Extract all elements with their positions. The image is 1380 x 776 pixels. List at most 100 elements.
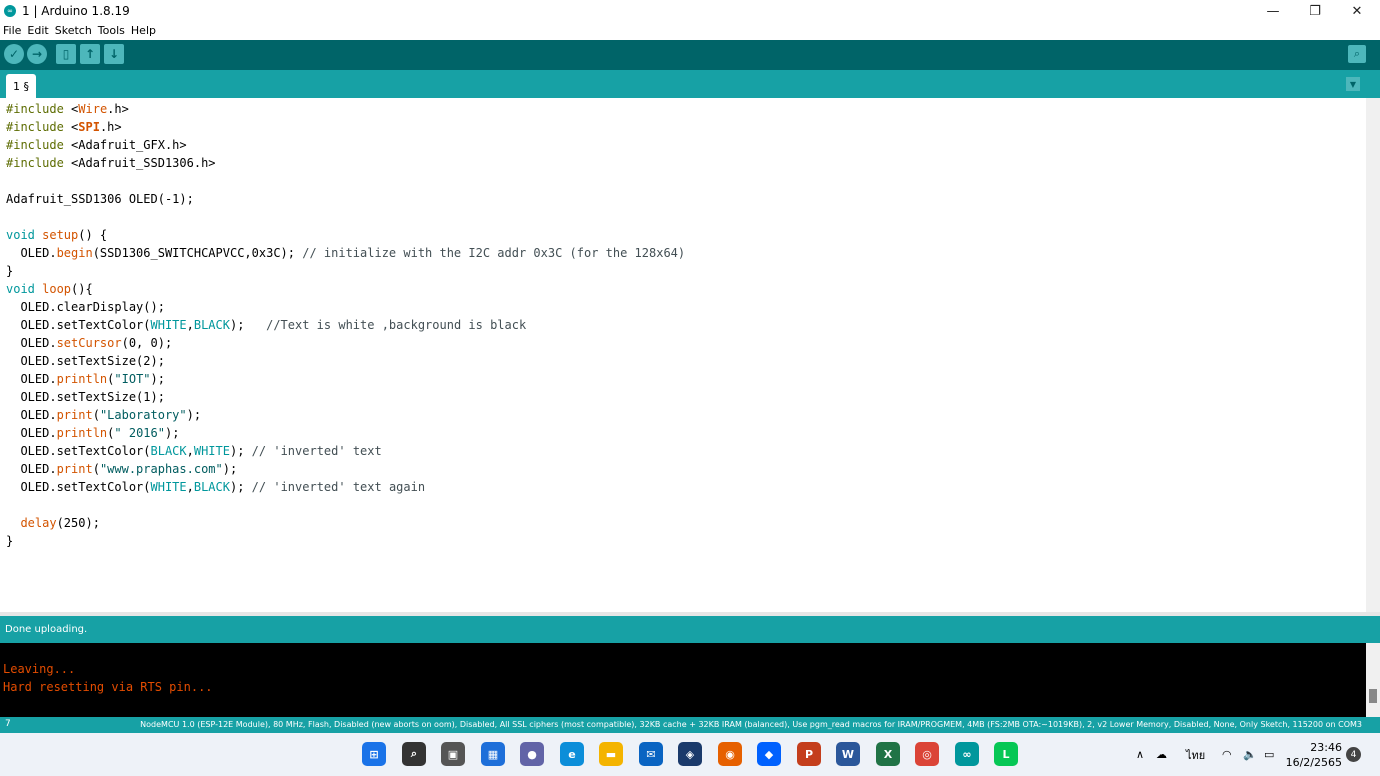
word-icon[interactable]: W xyxy=(836,742,860,766)
code-line[interactable]: OLED.println("IOT"); xyxy=(6,370,165,388)
code-token: OLED. xyxy=(6,372,57,386)
console-line: Hard resetting via RTS pin... xyxy=(3,680,213,694)
code-token: Wire xyxy=(78,102,108,116)
code-token: println xyxy=(56,372,108,386)
code-token: // initialize with the I2C addr 0x3C (fo… xyxy=(302,246,686,260)
chrome-icon[interactable]: ◎ xyxy=(915,742,939,766)
code-line[interactable]: OLED.clearDisplay(); xyxy=(6,298,165,316)
title-bar: ∞ 1 | Arduino 1.8.19 xyxy=(0,0,1380,22)
tab-sketch-1[interactable]: 1 § xyxy=(6,74,36,98)
minimize-button[interactable]: — xyxy=(1252,0,1294,22)
code-token: begin xyxy=(56,246,93,260)
console-scrollbar[interactable] xyxy=(1366,643,1380,717)
search-icon[interactable]: ⌕ xyxy=(402,742,426,766)
mail-icon[interactable]: ✉ xyxy=(639,742,663,766)
code-editor[interactable]: #include <Wire.h> #include <SPI.h> #includ… xyxy=(0,98,1366,612)
code-token: , xyxy=(186,318,194,332)
shield-app-icon[interactable]: ◈ xyxy=(678,742,702,766)
widgets-icon[interactable]: ▦ xyxy=(481,742,505,766)
tray-overflow-chevron-icon[interactable]: ∧ xyxy=(1136,733,1144,776)
code-token: "Laboratory" xyxy=(99,408,187,422)
code-line[interactable]: } xyxy=(6,532,13,550)
code-token: .h> xyxy=(99,120,122,134)
code-token: delay xyxy=(20,516,57,530)
code-line[interactable]: } xyxy=(6,262,13,280)
battery-icon[interactable]: ▭ xyxy=(1264,733,1274,776)
code-token: // 'inverted' text again xyxy=(251,480,426,494)
taskbar: ∧ ☁ ไทย ◠ 🔈 ▭ 23:46 16/2/2565 4 ⊞ ⌕ ▣ ▦ ● e ▬ ✉… xyxy=(0,733,1380,776)
code-line[interactable]: OLED.print("www.praphas.com"); xyxy=(6,460,237,478)
code-token: (){ xyxy=(71,282,93,296)
code-token: setCursor xyxy=(56,336,122,350)
code-token: void xyxy=(6,282,43,296)
code-token: #include xyxy=(6,138,72,152)
code-line[interactable]: void setup() { xyxy=(6,226,107,244)
code-line[interactable]: OLED.setTextColor(WHITE,BLACK); // 'inve… xyxy=(6,478,425,496)
code-token: SPI xyxy=(78,120,100,134)
close-button[interactable]: ✕ xyxy=(1336,0,1378,22)
clock-date: 16/2/2565 xyxy=(1285,756,1342,769)
save-sketch-button[interactable]: ↓ xyxy=(104,44,124,64)
upload-button[interactable]: → xyxy=(27,44,47,64)
code-line[interactable]: OLED.setTextColor(WHITE,BLACK); //Text i… xyxy=(6,316,526,334)
menu-sketch[interactable]: Sketch xyxy=(55,24,92,37)
code-line[interactable]: void loop(){ xyxy=(6,280,93,298)
code-line[interactable]: OLED.begin(SSD1306_SWITCHCAPVCC,0x3C); /… xyxy=(6,244,685,262)
serial-monitor-button[interactable]: ⌕ xyxy=(1348,45,1366,63)
code-token: ( xyxy=(92,462,100,476)
code-token: , xyxy=(186,480,194,494)
verify-button[interactable]: ✓ xyxy=(4,44,24,64)
console-scrollbar-thumb[interactable] xyxy=(1369,689,1377,703)
code-line[interactable]: OLED.setCursor(0, 0); xyxy=(6,334,172,352)
arduino-icon[interactable]: ∞ xyxy=(955,742,979,766)
menu-help[interactable]: Help xyxy=(131,24,156,37)
firefox-icon[interactable]: ◉ xyxy=(718,742,742,766)
code-line[interactable]: OLED.setTextColor(BLACK,WHITE); // 'inve… xyxy=(6,442,382,460)
line-number: 7 xyxy=(5,719,11,729)
code-line[interactable]: #include <SPI.h> xyxy=(6,118,122,136)
code-line[interactable]: OLED.setTextSize(1); xyxy=(6,388,165,406)
open-sketch-button[interactable]: ↑ xyxy=(80,44,100,64)
editor-scrollbar[interactable] xyxy=(1366,98,1380,612)
code-line[interactable]: #include <Adafruit_SSD1306.h> xyxy=(6,154,216,172)
dropbox-icon[interactable]: ◆ xyxy=(757,742,781,766)
console-line: Leaving... xyxy=(3,662,76,676)
volume-icon[interactable]: 🔈 xyxy=(1243,733,1257,776)
code-line[interactable]: OLED.print("Laboratory"); xyxy=(6,406,201,424)
code-line[interactable]: Adafruit_SSD1306 OLED(-1); xyxy=(6,190,194,208)
code-token: // 'inverted' text xyxy=(251,444,382,458)
code-token: OLED. xyxy=(6,336,57,350)
code-token: ); xyxy=(186,408,202,422)
menu-tools[interactable]: Tools xyxy=(98,24,125,37)
wifi-icon[interactable]: ◠ xyxy=(1222,733,1232,776)
language-indicator[interactable]: ไทย xyxy=(1186,733,1205,776)
onedrive-cloud-icon[interactable]: ☁ xyxy=(1156,733,1167,776)
edge-icon[interactable]: e xyxy=(560,742,584,766)
code-line[interactable]: #include <Wire.h> xyxy=(6,100,129,118)
notification-badge[interactable]: 4 xyxy=(1346,747,1361,762)
toolbar: ✓ → ▯ ↑ ↓ ⌕ xyxy=(0,40,1380,70)
code-line[interactable]: OLED.setTextSize(2); xyxy=(6,352,165,370)
code-line[interactable]: #include <Adafruit_GFX.h> xyxy=(6,136,187,154)
menu-file[interactable]: File xyxy=(3,24,21,37)
tab-menu-chevron-down-icon[interactable]: ▼ xyxy=(1346,77,1360,91)
file-explorer-icon[interactable]: ▬ xyxy=(599,742,623,766)
clock[interactable]: 23:46 16/2/2565 xyxy=(1286,740,1342,770)
code-token: #include xyxy=(6,120,72,134)
code-token: WHITE xyxy=(193,444,230,458)
new-sketch-button[interactable]: ▯ xyxy=(56,44,76,64)
code-line[interactable]: OLED.println(" 2016"); xyxy=(6,424,179,442)
arduino-logo-icon: ∞ xyxy=(4,5,16,17)
code-token: OLED.setTextSize(1); xyxy=(6,390,165,404)
menu-edit[interactable]: Edit xyxy=(27,24,48,37)
maximize-button[interactable]: ❐ xyxy=(1294,0,1336,22)
console-output[interactable]: Leaving... Hard resetting via RTS pin... xyxy=(0,643,1366,717)
task-view-icon[interactable]: ▣ xyxy=(441,742,465,766)
code-line[interactable]: delay(250); xyxy=(6,514,99,532)
line-icon[interactable]: L xyxy=(994,742,1018,766)
start-icon[interactable]: ⊞ xyxy=(362,742,386,766)
powerpoint-icon[interactable]: P xyxy=(797,742,821,766)
menu-bar: File Edit Sketch Tools Help xyxy=(0,22,1380,39)
teams-chat-icon[interactable]: ● xyxy=(520,742,544,766)
excel-icon[interactable]: X xyxy=(876,742,900,766)
